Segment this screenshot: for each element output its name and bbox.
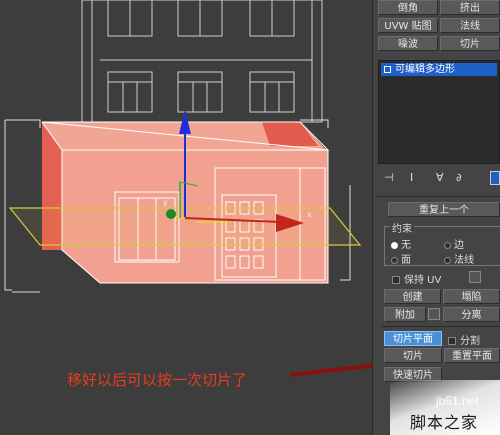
show-end-result-icon[interactable]: I: [410, 172, 418, 184]
annotation-text: 移好以后可以按一次切片了: [67, 371, 248, 389]
collapse-button[interactable]: 塌陷: [443, 289, 500, 304]
bevel-button[interactable]: 倒角: [378, 0, 438, 15]
radio-off-icon: [391, 256, 398, 264]
constraint-none-radio[interactable]: 无: [391, 236, 411, 251]
constraint-face-label: 面: [401, 255, 411, 266]
upper-building-wireframe: [81, 0, 323, 123]
stack-item-label: 可编辑多边形: [395, 64, 455, 75]
preserve-uv-label: 保持 UV: [404, 275, 442, 286]
constraint-edge-radio[interactable]: 边: [444, 236, 464, 251]
constraint-normal-label: 法线: [454, 255, 474, 266]
expand-box-icon[interactable]: [384, 66, 391, 73]
detach-button[interactable]: 分离: [443, 307, 500, 322]
create-button[interactable]: 创建: [384, 289, 441, 304]
constraints-label: 约束: [390, 220, 414, 235]
radio-off-icon: [444, 241, 451, 249]
checkbox-icon: [392, 276, 400, 284]
extrude-button[interactable]: 挤出: [440, 0, 500, 15]
attach-button[interactable]: 附加: [384, 307, 426, 322]
radio-off-icon: [444, 256, 451, 264]
constraint-edge-label: 边: [454, 240, 464, 251]
attach-list-button[interactable]: [428, 308, 440, 320]
gizmo-x-label: x: [307, 210, 312, 219]
constraint-face-radio[interactable]: 面: [391, 251, 411, 266]
configure-sets-icon[interactable]: [490, 171, 500, 185]
stack-item-editable-poly[interactable]: 可编辑多边形: [381, 63, 497, 76]
annotation-arrow: [289, 363, 372, 377]
modifier-stack-list[interactable]: 可编辑多边形: [378, 60, 500, 164]
split-label: 分割: [460, 336, 480, 347]
repeat-last-button[interactable]: 重复上一个: [388, 202, 500, 217]
radio-on-icon: [391, 241, 398, 249]
constraint-none-label: 无: [401, 240, 411, 251]
split-checkbox[interactable]: 分割: [448, 332, 480, 347]
watermark-site: jb51.net: [436, 394, 479, 408]
noise-button[interactable]: 噪波: [378, 36, 438, 51]
slice-button[interactable]: 切片: [384, 348, 442, 363]
reset-plane-button[interactable]: 重置平面: [444, 348, 500, 363]
pin-stack-icon[interactable]: ⊣: [384, 172, 396, 184]
preserve-uv-checkbox[interactable]: 保持 UV: [392, 271, 441, 286]
rollout-divider-2: [382, 326, 500, 327]
uvw-map-button[interactable]: UVW 贴图: [378, 18, 438, 33]
checkbox-icon: [448, 337, 456, 345]
slice-button-top[interactable]: 切片: [440, 36, 500, 51]
constraint-normal-radio[interactable]: 法线: [444, 251, 474, 266]
make-unique-icon[interactable]: ∀: [436, 172, 448, 184]
normal-button[interactable]: 法线: [440, 18, 500, 33]
gizmo-y-label: y: [163, 198, 168, 207]
preserve-uv-settings-button[interactable]: [469, 271, 481, 283]
watermark-name: 脚本之家: [410, 413, 479, 432]
slice-plane-button[interactable]: 切片平面: [384, 331, 442, 346]
rollout-divider: [376, 196, 500, 197]
remove-modifier-icon[interactable]: ∂: [456, 172, 468, 184]
stack-tools-bar: ⊣ I ∀ ∂: [378, 168, 500, 190]
